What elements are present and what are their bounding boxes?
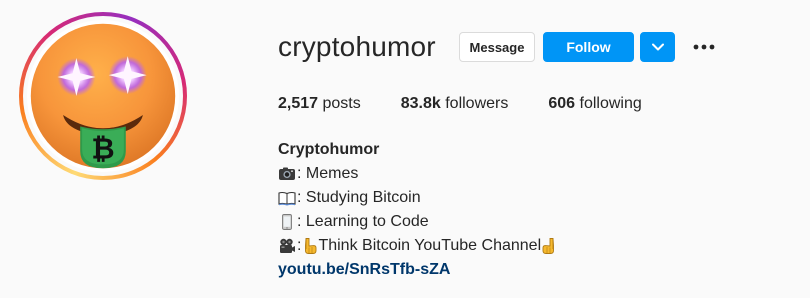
avatar-border: ₿	[23, 16, 183, 176]
bio-line-bitcoin: : Studying Bitcoin	[278, 186, 558, 210]
phone-icon	[278, 213, 296, 231]
camera-icon	[278, 165, 296, 183]
bio-line-youtube-text: Think Bitcoin YouTube Channel	[318, 237, 542, 254]
posts-count: 2,517	[278, 95, 319, 112]
profile-display-name: Cryptohumor	[278, 141, 380, 158]
bio-line-memes-text: : Memes	[297, 165, 359, 182]
posts-stat: 2,517 posts	[278, 94, 361, 114]
svg-text:₿: ₿	[91, 133, 114, 166]
bio-external-link[interactable]: youtu.be/SnRsTfb-sZA	[278, 261, 450, 278]
suggested-dropdown-button[interactable]	[640, 32, 675, 62]
profile-header: ₿ cryptohumor Message Follow 2,517 posts…	[0, 0, 810, 298]
bio-line-code-text: : Learning to Code	[297, 213, 429, 230]
bio-line-bitcoin-text: : Studying Bitcoin	[297, 189, 421, 206]
pointing-down-left-icon	[301, 237, 318, 255]
video-camera-icon	[278, 237, 296, 255]
followers-count: 83.8k	[400, 95, 441, 112]
follow-button[interactable]: Follow	[543, 32, 634, 62]
followers-label: followers	[440, 95, 509, 112]
bio-line-memes: : Memes	[278, 162, 558, 186]
profile-username: cryptohumor	[278, 31, 436, 62]
bitcoin-emoji-avatar-icon: ₿	[30, 23, 176, 169]
more-options-button[interactable]	[690, 36, 718, 58]
following-count: 606	[548, 95, 576, 112]
following-stat[interactable]: 606 following	[548, 94, 641, 114]
chevron-down-icon	[651, 43, 664, 51]
profile-bio: Cryptohumor : Memes : Studying Bitcoin:…	[278, 138, 558, 282]
following-label: following	[575, 95, 642, 112]
pointing-down-right-icon	[541, 237, 558, 255]
bio-line-code: : Learning to Code	[278, 210, 558, 234]
posts-label: posts	[318, 95, 361, 112]
book-icon	[278, 189, 296, 207]
followers-stat[interactable]: 83.8k followers	[401, 94, 509, 114]
bio-line-youtube: : Think Bitcoin YouTube Channel	[278, 234, 558, 258]
avatar[interactable]: ₿	[27, 20, 179, 172]
profile-stats: 2,517 posts 83.8k followers 606 followin…	[278, 94, 682, 114]
more-options-icon	[693, 44, 715, 50]
story-ring[interactable]: ₿	[19, 12, 187, 180]
message-button[interactable]: Message	[459, 32, 535, 62]
